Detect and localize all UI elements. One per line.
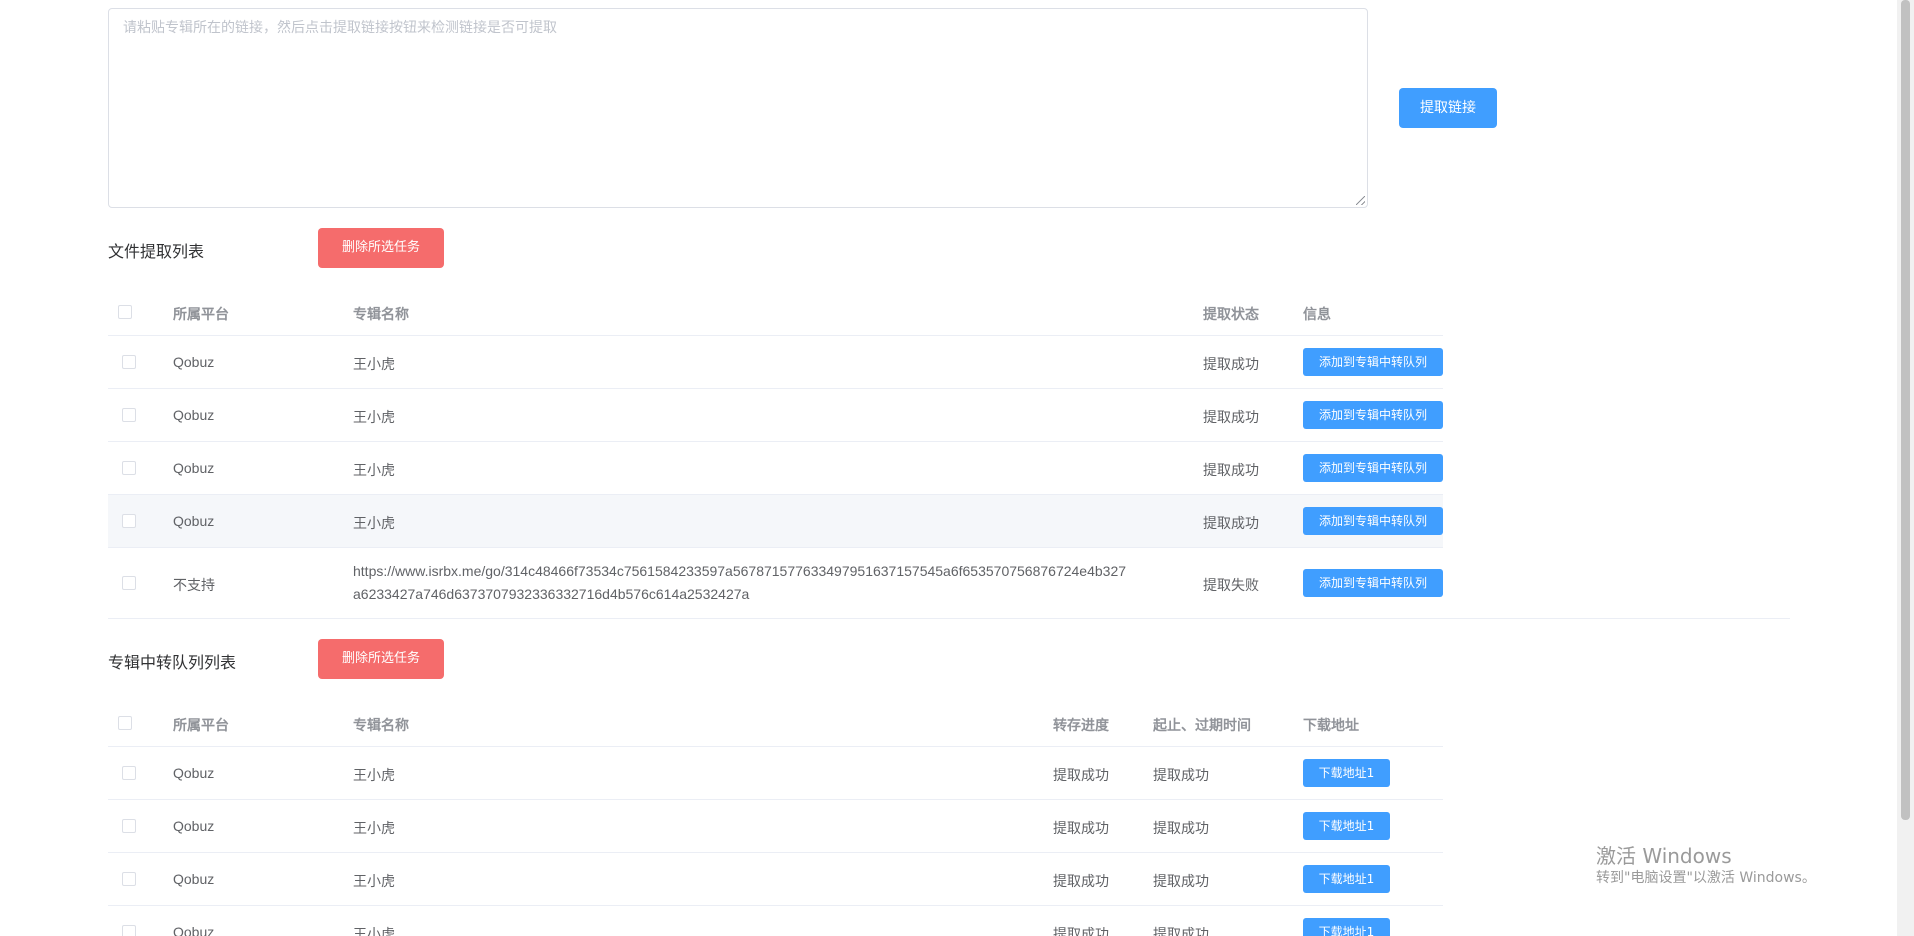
row-checkbox[interactable] xyxy=(122,819,136,833)
header-progress: 转存进度 xyxy=(1053,718,1109,734)
header-download: 下载地址 xyxy=(1303,718,1359,734)
row-album-url-line1: https://www.isrbx.me/go/314c48466f73534c… xyxy=(353,563,1127,579)
header-album: 专辑名称 xyxy=(353,718,409,734)
link-input-placeholder: 请粘贴专辑所在的链接，然后点击提取链接按钮来检测链接是否可提取 xyxy=(123,20,557,36)
header-time: 起止、过期时间 xyxy=(1153,718,1251,734)
table-row[interactable]: 不支持 https://www.isrbx.me/go/314c48466f73… xyxy=(108,548,1790,619)
row-checkbox[interactable] xyxy=(122,766,136,780)
table-row[interactable]: Qobuz 王小虎 提取成功 添加到专辑中转队列 xyxy=(108,442,1443,495)
row-platform: Qobuz xyxy=(173,407,215,423)
row-status: 提取成功 xyxy=(1203,463,1259,479)
table-row[interactable]: Qobuz 王小虎 提取成功 添加到专辑中转队列 xyxy=(108,389,1443,442)
scrollbar-thumb[interactable] xyxy=(1901,0,1910,820)
extract-link-button[interactable]: 提取链接 xyxy=(1399,88,1497,128)
download-link-button[interactable]: 下载地址1 xyxy=(1303,865,1390,893)
add-to-queue-button[interactable]: 添加到专辑中转队列 xyxy=(1303,507,1443,535)
row-album: 王小虎 xyxy=(353,357,395,373)
row-checkbox[interactable] xyxy=(122,925,136,936)
row-time: 提取成功 xyxy=(1153,768,1209,784)
row-checkbox[interactable] xyxy=(122,872,136,886)
row-status: 提取成功 xyxy=(1203,357,1259,373)
row-checkbox[interactable] xyxy=(122,576,136,590)
download-link-button[interactable]: 下载地址1 xyxy=(1303,812,1390,840)
row-checkbox[interactable] xyxy=(122,408,136,422)
row-time: 提取成功 xyxy=(1153,927,1209,936)
extract-table-header: 所属平台 专辑名称 提取状态 信息 xyxy=(108,290,1443,336)
add-to-queue-button[interactable]: 添加到专辑中转队列 xyxy=(1303,569,1443,597)
link-input[interactable]: 请粘贴专辑所在的链接，然后点击提取链接按钮来检测链接是否可提取 xyxy=(108,8,1368,208)
row-platform: 不支持 xyxy=(173,578,215,594)
table-row[interactable]: Qobuz 王小虎 提取成功 添加到专辑中转队列 xyxy=(108,495,1443,548)
header-info: 信息 xyxy=(1303,307,1331,323)
header-status: 提取状态 xyxy=(1203,307,1259,323)
table-row[interactable]: Qobuz 王小虎 提取成功 提取成功 下载地址1 xyxy=(108,800,1443,853)
add-to-queue-button[interactable]: 添加到专辑中转队列 xyxy=(1303,401,1443,429)
row-progress: 提取成功 xyxy=(1053,874,1109,890)
queue-list-title: 专辑中转队列列表 xyxy=(108,653,237,672)
row-time: 提取成功 xyxy=(1153,821,1209,837)
row-status: 提取成功 xyxy=(1203,410,1259,426)
download-link-button[interactable]: 下载地址1 xyxy=(1303,918,1390,936)
row-time: 提取成功 xyxy=(1153,874,1209,890)
row-platform: Qobuz xyxy=(173,765,215,781)
row-album: 王小虎 xyxy=(353,463,395,479)
table-row[interactable]: Qobuz 王小虎 提取成功 添加到专辑中转队列 xyxy=(108,336,1443,389)
row-status: 提取失败 xyxy=(1203,578,1259,594)
row-platform: Qobuz xyxy=(173,354,215,370)
row-platform: Qobuz xyxy=(173,460,215,476)
table-row[interactable]: Qobuz 王小虎 提取成功 提取成功 下载地址1 xyxy=(108,906,1443,936)
row-album: 王小虎 xyxy=(353,516,395,532)
delete-selected-queue-button[interactable]: 删除所选任务 xyxy=(318,639,444,679)
row-checkbox[interactable] xyxy=(122,355,136,369)
table-row[interactable]: Qobuz 王小虎 提取成功 提取成功 下载地址1 xyxy=(108,747,1443,800)
row-album-url: https://www.isrbx.me/go/314c48466f73534c… xyxy=(353,560,1193,606)
row-progress: 提取成功 xyxy=(1053,768,1109,784)
windows-activation-title: 激活 Windows xyxy=(1596,844,1732,868)
row-platform: Qobuz xyxy=(173,924,215,936)
add-to-queue-button[interactable]: 添加到专辑中转队列 xyxy=(1303,454,1443,482)
header-platform: 所属平台 xyxy=(173,307,229,323)
row-checkbox[interactable] xyxy=(122,461,136,475)
header-platform: 所属平台 xyxy=(173,718,229,734)
select-all-checkbox[interactable] xyxy=(118,716,132,730)
row-checkbox[interactable] xyxy=(122,514,136,528)
windows-activation-hint: 转到"电脑设置"以激活 Windows。 xyxy=(1596,870,1816,886)
page-scrollbar[interactable] xyxy=(1897,0,1914,936)
row-progress: 提取成功 xyxy=(1053,927,1109,936)
row-platform: Qobuz xyxy=(173,818,215,834)
row-album-url-line2: a6233427a746d6373707932336332716d4b576c6… xyxy=(353,586,750,602)
row-platform: Qobuz xyxy=(173,513,215,529)
row-platform: Qobuz xyxy=(173,871,215,887)
queue-table-header: 所属平台 专辑名称 转存进度 起止、过期时间 下载地址 xyxy=(108,701,1443,747)
resize-handle-icon[interactable] xyxy=(1356,196,1365,205)
row-status: 提取成功 xyxy=(1203,516,1259,532)
row-album: 王小虎 xyxy=(353,821,395,837)
select-all-checkbox[interactable] xyxy=(118,305,132,319)
add-to-queue-button[interactable]: 添加到专辑中转队列 xyxy=(1303,348,1443,376)
row-album: 王小虎 xyxy=(353,768,395,784)
table-row[interactable]: Qobuz 王小虎 提取成功 提取成功 下载地址1 xyxy=(108,853,1443,906)
row-album: 王小虎 xyxy=(353,410,395,426)
row-album: 王小虎 xyxy=(353,874,395,890)
extract-list-title: 文件提取列表 xyxy=(108,242,205,261)
row-progress: 提取成功 xyxy=(1053,821,1109,837)
download-link-button[interactable]: 下载地址1 xyxy=(1303,759,1390,787)
header-album: 专辑名称 xyxy=(353,307,409,323)
row-album: 王小虎 xyxy=(353,927,395,936)
delete-selected-extract-button[interactable]: 删除所选任务 xyxy=(318,228,444,268)
